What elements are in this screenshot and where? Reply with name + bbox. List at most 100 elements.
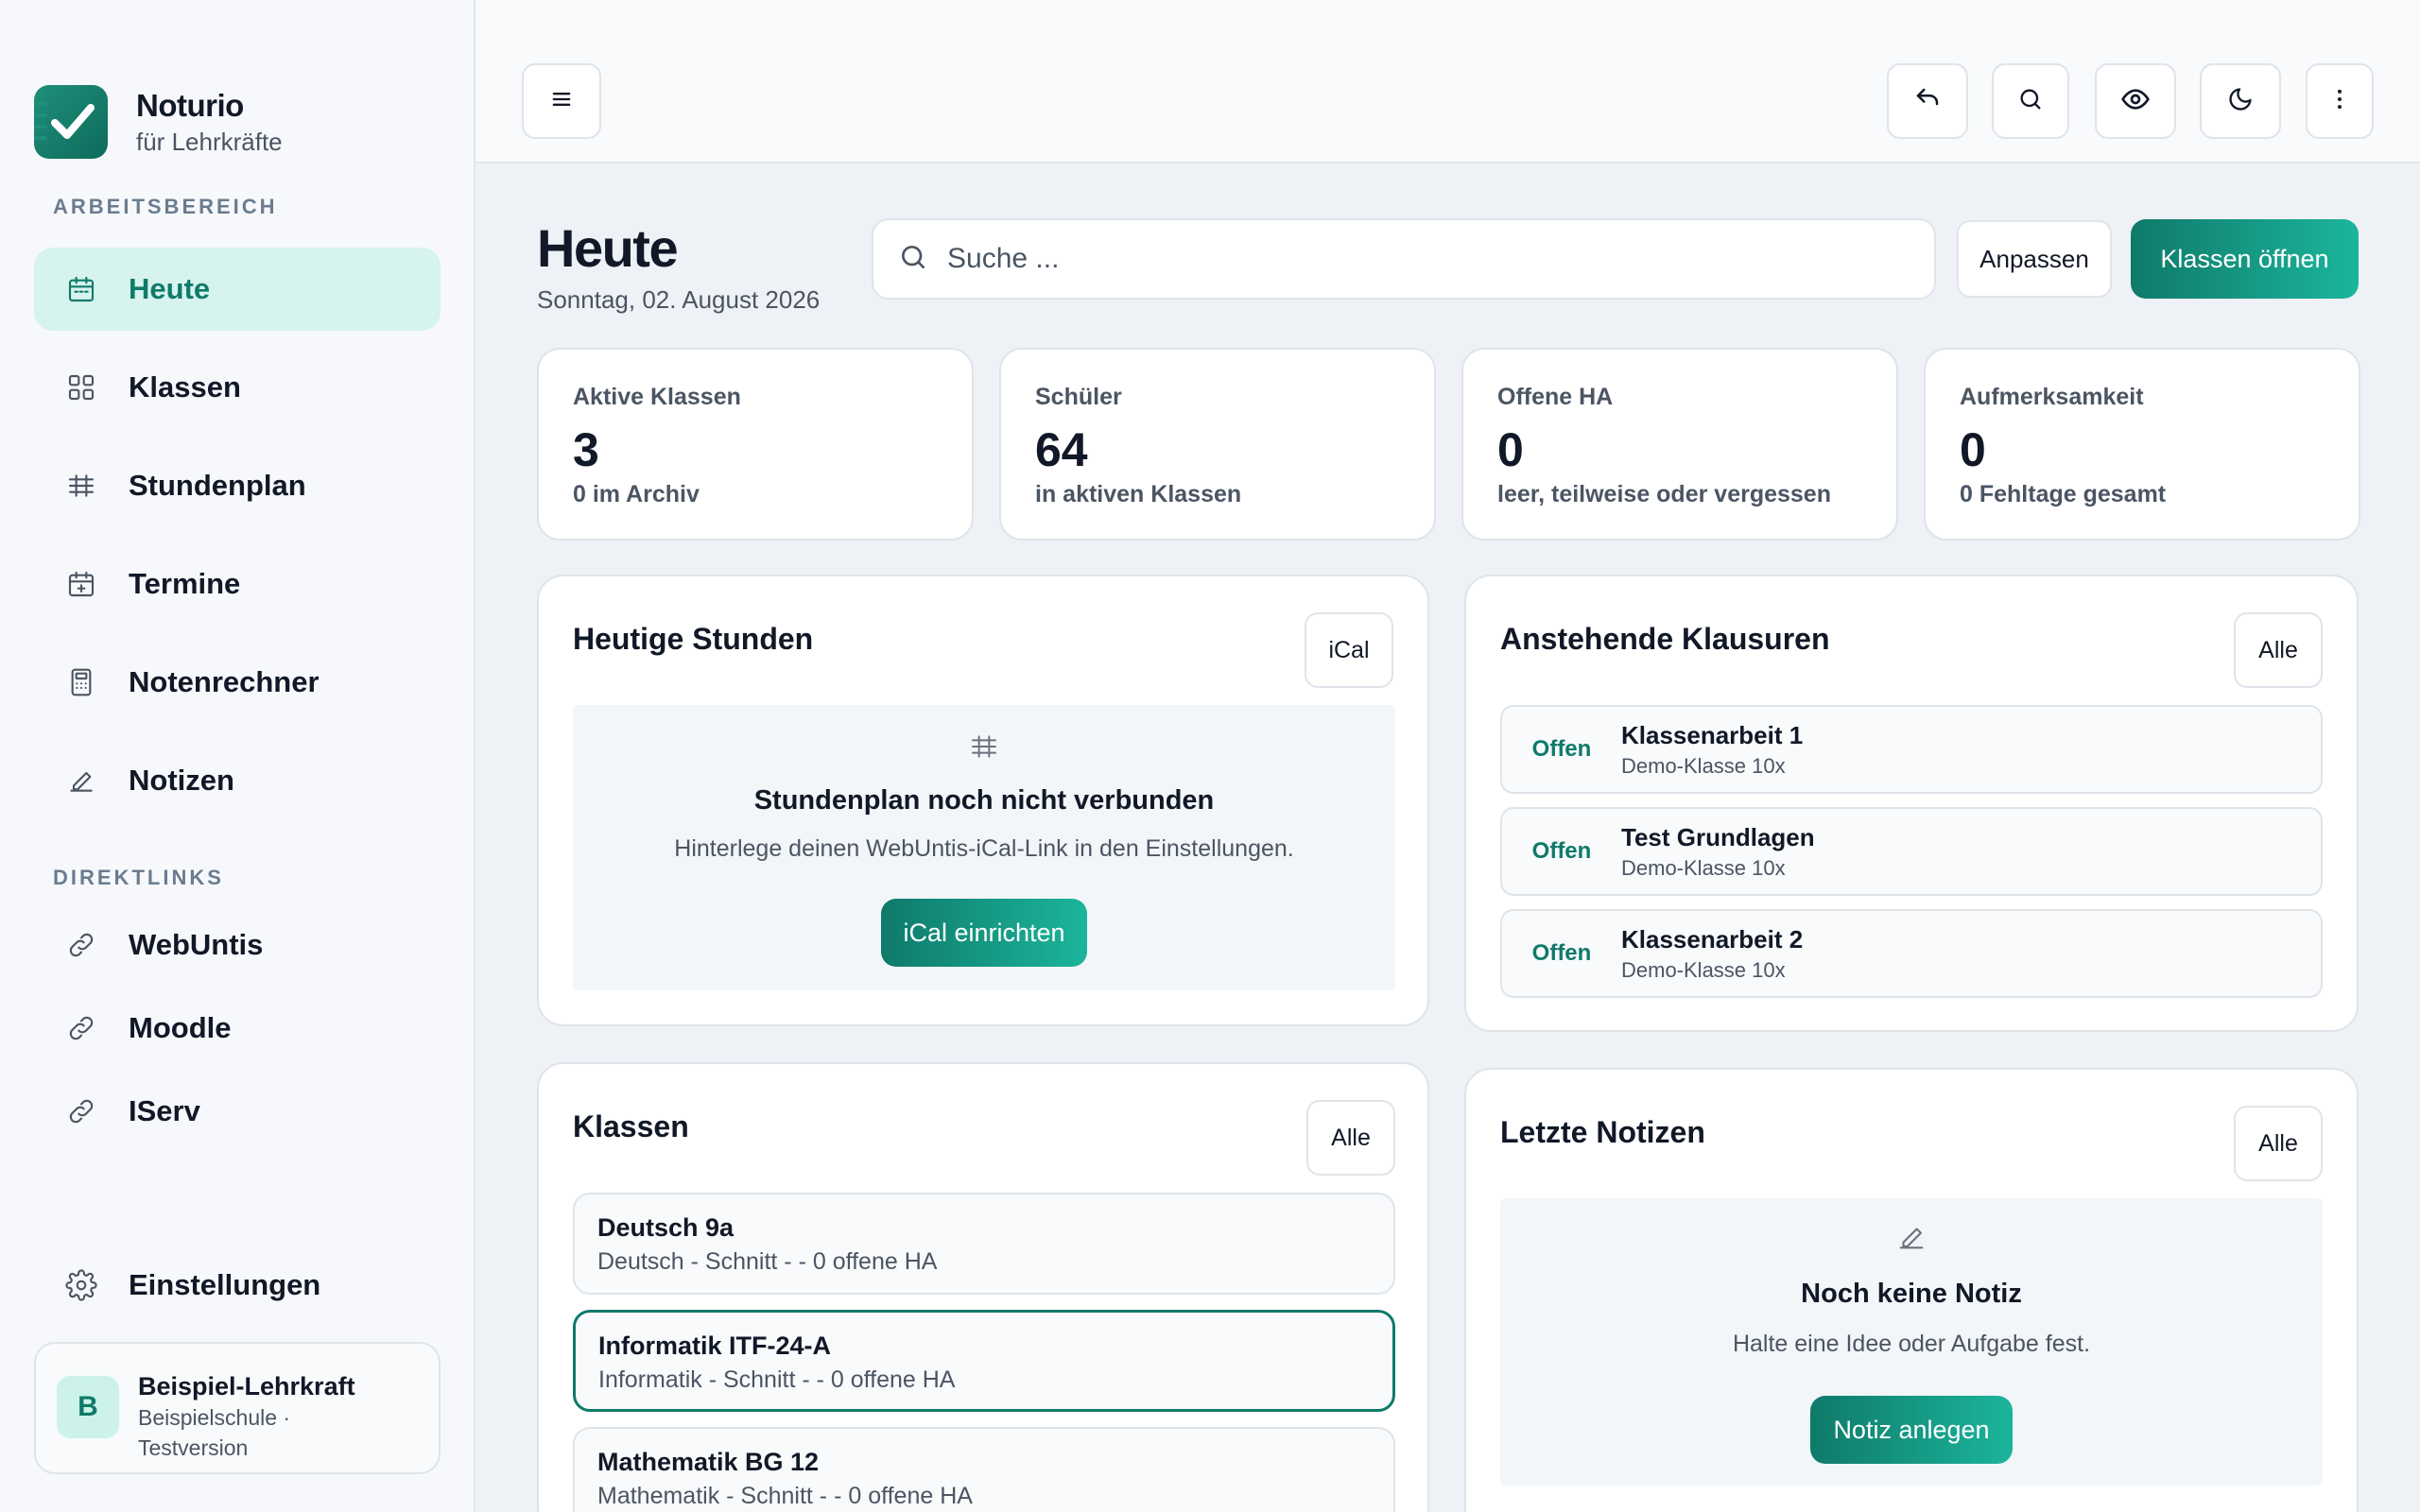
class-sub: Mathematik - Schnitt - - 0 offene HA bbox=[597, 1483, 973, 1509]
user-name: Beispiel-Lehrkraft bbox=[138, 1372, 355, 1400]
link-icon bbox=[34, 930, 129, 960]
stat-value: 64 bbox=[1035, 423, 1088, 476]
class-name: Mathematik BG 12 bbox=[597, 1448, 820, 1476]
all-exams-button[interactable]: Alle bbox=[2234, 612, 2323, 688]
exam-row[interactable]: Offen Klassenarbeit 1 Demo-Klasse 10x bbox=[1500, 705, 2323, 794]
sidebar-link-moodle[interactable]: Moodle bbox=[34, 987, 441, 1070]
app-logo-icon bbox=[34, 85, 108, 159]
stat-card-active-classes: Aktive Klassen 3 0 im Archiv bbox=[537, 348, 974, 541]
create-note-button[interactable]: Notiz anlegen bbox=[1810, 1396, 2013, 1464]
link-icon bbox=[34, 1096, 129, 1126]
stat-label: Schüler bbox=[1035, 384, 1122, 410]
sidebar-item-label: Einstellungen bbox=[129, 1268, 321, 1301]
stat-sub: leer, teilweise oder vergessen bbox=[1497, 481, 1831, 507]
exam-class: Demo-Klasse 10x bbox=[1621, 957, 1786, 982]
exam-class: Demo-Klasse 10x bbox=[1621, 753, 1786, 778]
sidebar-item-klassen[interactable]: Klassen bbox=[34, 346, 441, 429]
more-button[interactable] bbox=[2306, 63, 2374, 139]
panel-title: Heutige Stunden bbox=[573, 622, 814, 656]
sidebar-item-notizen[interactable]: Notizen bbox=[34, 739, 441, 822]
setup-ical-button[interactable]: iCal einrichten bbox=[881, 899, 1087, 967]
ical-button[interactable]: iCal bbox=[1305, 612, 1393, 688]
sidebar-item-stundenplan[interactable]: Stundenplan bbox=[34, 444, 441, 527]
grid-icon bbox=[34, 372, 129, 403]
notes-empty-state: Noch keine Notiz Halte eine Idee oder Au… bbox=[1500, 1198, 2323, 1486]
class-row[interactable]: Mathematik BG 12 Mathematik - Schnitt - … bbox=[573, 1427, 1395, 1512]
undo-button[interactable] bbox=[1887, 63, 1968, 139]
sidebar-link-label: WebUntis bbox=[129, 928, 264, 961]
pencil-icon bbox=[34, 765, 129, 796]
empty-state-text: Halte eine Idee oder Aufgabe fest. bbox=[1732, 1331, 2091, 1357]
sidebar-item-einstellungen[interactable]: Einstellungen bbox=[34, 1244, 441, 1327]
sidebar-item-label: Heute bbox=[129, 272, 211, 305]
calendar-icon bbox=[34, 274, 129, 304]
all-notes-button[interactable]: Alle bbox=[2234, 1106, 2323, 1181]
sidebar-link-iserv[interactable]: IServ bbox=[34, 1070, 441, 1153]
stat-card-students: Schüler 64 in aktiven Klassen bbox=[999, 348, 1436, 541]
classes-panel: Klassen Alle Deutsch 9a Deutsch - Schnit… bbox=[537, 1062, 1429, 1512]
stat-sub: 0 Fehltage gesamt bbox=[1960, 481, 2167, 507]
exam-status: Offen bbox=[1531, 736, 1592, 762]
class-name: Deutsch 9a bbox=[597, 1213, 735, 1242]
search-button[interactable] bbox=[1992, 63, 2069, 139]
user-version: Testversion bbox=[138, 1435, 249, 1460]
sidebar-link-label: IServ bbox=[129, 1094, 200, 1127]
eye-icon bbox=[2120, 84, 2151, 119]
avatar: B bbox=[57, 1376, 119, 1438]
all-classes-button[interactable]: Alle bbox=[1306, 1100, 1395, 1176]
calendar-plus-icon bbox=[34, 569, 129, 599]
page-title: Heute bbox=[537, 218, 679, 278]
sidebar-link-label: Moodle bbox=[129, 1011, 232, 1044]
search-placeholder: Suche ... bbox=[947, 243, 1060, 274]
sidebar-item-label: Notenrechner bbox=[129, 665, 320, 698]
stat-value: 0 bbox=[1960, 423, 1986, 476]
class-row[interactable]: Deutsch 9a Deutsch - Schnitt - - 0 offen… bbox=[573, 1193, 1395, 1295]
class-row[interactable]: Informatik ITF-24-A Informatik - Schnitt… bbox=[573, 1310, 1395, 1412]
exam-row[interactable]: Offen Klassenarbeit 2 Demo-Klasse 10x bbox=[1500, 909, 2323, 998]
panel-title: Klassen bbox=[573, 1109, 689, 1143]
brand[interactable]: Noturio für Lehrkräfte bbox=[34, 85, 283, 159]
class-sub: Informatik - Schnitt - - 0 offene HA bbox=[598, 1366, 956, 1393]
empty-state-title: Stundenplan noch nicht verbunden bbox=[753, 785, 1215, 816]
exam-status: Offen bbox=[1531, 838, 1592, 864]
sidebar-link-webuntis[interactable]: WebUntis bbox=[34, 903, 441, 987]
more-vertical-icon bbox=[2326, 86, 2353, 117]
exam-class: Demo-Klasse 10x bbox=[1621, 855, 1786, 880]
open-classes-button[interactable]: Klassen öffnen bbox=[2131, 219, 2359, 299]
sidebar-item-label: Termine bbox=[129, 567, 241, 600]
app-subtitle: für Lehrkräfte bbox=[136, 127, 283, 156]
exam-name: Test Grundlagen bbox=[1621, 822, 1815, 851]
stat-card-attention: Aufmerksamkeit 0 0 Fehltage gesamt bbox=[1924, 348, 2360, 541]
search-icon bbox=[2017, 86, 2044, 117]
panel-title: Anstehende Klausuren bbox=[1500, 622, 1830, 656]
dark-mode-button[interactable] bbox=[2200, 63, 2281, 139]
calculator-icon bbox=[34, 667, 129, 697]
topbar bbox=[475, 0, 2420, 163]
undo-icon bbox=[1913, 85, 1942, 118]
sidebar-item-heute[interactable]: Heute bbox=[34, 248, 441, 331]
stat-card-open-homework: Offene HA 0 leer, teilweise oder vergess… bbox=[1461, 348, 1898, 541]
timetable-empty-state: Stundenplan noch nicht verbunden Hinterl… bbox=[573, 705, 1395, 990]
menu-icon bbox=[548, 86, 575, 117]
sidebar-item-termine[interactable]: Termine bbox=[34, 542, 441, 626]
search-input[interactable]: Suche ... bbox=[872, 218, 1936, 300]
sidebar: Noturio für Lehrkräfte ARBEITSBEREICH He… bbox=[0, 0, 475, 1512]
gear-icon bbox=[34, 1269, 129, 1301]
stat-value: 3 bbox=[573, 423, 599, 476]
class-sub: Deutsch - Schnitt - - 0 offene HA bbox=[597, 1248, 938, 1275]
today-lessons-panel: Heutige Stunden iCal Stundenplan noch ni… bbox=[537, 575, 1429, 1026]
sidebar-item-notenrechner[interactable]: Notenrechner bbox=[34, 641, 441, 724]
stat-value: 0 bbox=[1497, 423, 1524, 476]
exam-name: Klassenarbeit 1 bbox=[1621, 720, 1804, 749]
exam-row[interactable]: Offen Test Grundlagen Demo-Klasse 10x bbox=[1500, 807, 2323, 896]
sidebar-item-label: Klassen bbox=[129, 370, 241, 404]
user-card[interactable]: B Beispiel-Lehrkraft Beispielschule · Te… bbox=[34, 1342, 441, 1474]
preview-button[interactable] bbox=[2095, 63, 2176, 139]
customize-button[interactable]: Anpassen bbox=[1957, 220, 2112, 298]
timetable-icon bbox=[969, 731, 999, 766]
user-school: Beispielschule · bbox=[138, 1405, 291, 1430]
stat-sub: in aktiven Klassen bbox=[1035, 481, 1242, 507]
search-icon bbox=[898, 242, 928, 277]
menu-button[interactable] bbox=[522, 63, 601, 139]
sidebar-item-label: Notizen bbox=[129, 764, 234, 797]
